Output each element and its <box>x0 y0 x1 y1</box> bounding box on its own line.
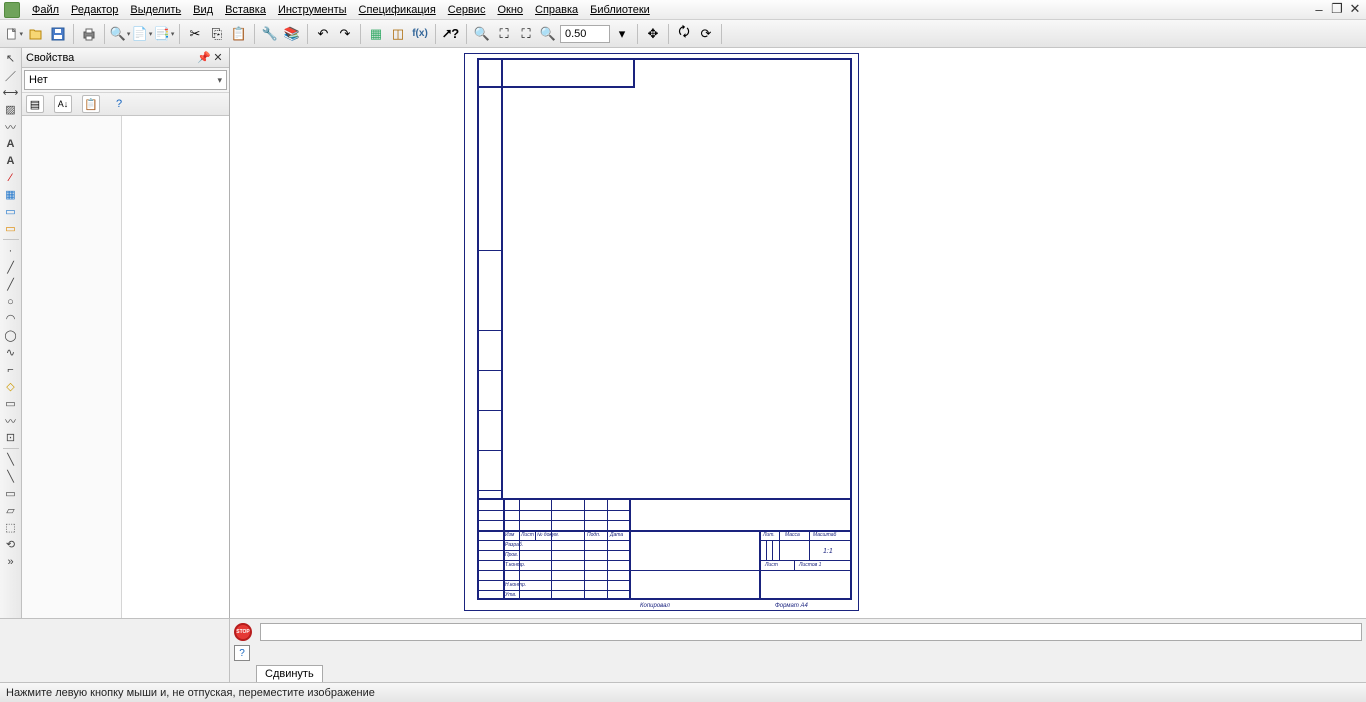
library-button[interactable]: 📚 <box>282 24 302 44</box>
tool-scale[interactable]: ⬚ <box>2 519 20 536</box>
tool-rect-blue[interactable]: ▭ <box>2 203 20 220</box>
tool-hatch[interactable]: ▨ <box>2 101 20 118</box>
properties-panel: Свойства 📌 ✕ Нет ▤ A↓ 📋 ? <box>22 48 230 618</box>
tool-rotate[interactable]: ⟲ <box>2 536 20 553</box>
preview-button[interactable]: 🔍 <box>110 24 130 44</box>
main-toolbar: 🔍 📄 📑 ✂ ⎘ 📋 🔧 📚 ↶ ↷ ▦ ◫ f(x) ⭧? 🔍 ⛶ ⛶ 🔍 … <box>0 20 1366 48</box>
menu-tools[interactable]: Инструменты <box>272 2 353 18</box>
bottom-left-spacer <box>0 619 230 682</box>
tool-bezier[interactable]: ∿ <box>2 344 20 361</box>
minimize-icon[interactable]: – <box>1312 2 1326 16</box>
prop-btn-help[interactable]: ? <box>110 95 128 113</box>
tool-cursor[interactable]: ↖ <box>2 50 20 67</box>
prop-btn-3[interactable]: 📋 <box>82 95 100 113</box>
zoom-window-button[interactable]: ⛶ <box>494 24 514 44</box>
grid-button[interactable]: ▦ <box>366 24 386 44</box>
drawing-frame: Изм Лист № докум. Подп. Дата Разраб. Про… <box>477 58 852 600</box>
menu-libs[interactable]: Библиотеки <box>584 2 656 18</box>
menu-help[interactable]: Справка <box>529 2 584 18</box>
tool-circle[interactable]: ○ <box>2 293 20 310</box>
prop-btn-2[interactable]: A↓ <box>54 95 72 113</box>
menu-view[interactable]: Вид <box>187 2 219 18</box>
tool-contour[interactable]: ◇ <box>2 378 20 395</box>
drawing-canvas[interactable]: Изм Лист № докум. Подп. Дата Разраб. Про… <box>230 48 1366 618</box>
menu-file[interactable]: Файл <box>26 2 65 18</box>
tool-trim[interactable]: ╲ <box>2 451 20 468</box>
tool-mirror[interactable]: ▱ <box>2 502 20 519</box>
open-button[interactable] <box>26 24 46 44</box>
zoom-all-button[interactable]: 🔍 <box>538 24 558 44</box>
close-icon[interactable]: ✕ <box>1348 2 1362 16</box>
tool-point[interactable]: · <box>2 242 20 259</box>
tool-rectangle[interactable]: ▭ <box>2 395 20 412</box>
properties-title: Свойства <box>26 52 197 64</box>
tool-more[interactable]: » <box>2 553 20 570</box>
menu-window[interactable]: Окно <box>491 2 529 18</box>
variables-button[interactable]: f(x) <box>410 24 430 44</box>
properties-button[interactable]: 🔧 <box>260 24 280 44</box>
tool-extend[interactable]: ╲ <box>2 468 20 485</box>
footer-copy: Копировал <box>640 603 670 609</box>
tool-fillet[interactable]: ⌐ <box>2 361 20 378</box>
footer-format: Формат А4 <box>775 603 808 609</box>
stop-button[interactable]: STOP <box>234 623 252 641</box>
rebuild-button[interactable]: ⟳ <box>696 24 716 44</box>
tool-text2[interactable]: А <box>2 152 20 169</box>
tool-spline[interactable]: 〰 <box>2 118 20 135</box>
menu-insert[interactable]: Вставка <box>219 2 272 18</box>
tool-arc[interactable]: ◠ <box>2 310 20 327</box>
prop-btn-1[interactable]: ▤ <box>26 95 44 113</box>
left-toolbar: ↖ ／ ⟷ ▨ 〰 А А ⁄ ▦ ▭ ▭ · ╱ ╱ ○ ◠ ◯ ∿ ⌐ ◇ … <box>0 48 22 618</box>
doc-props-button[interactable]: 📄 <box>132 24 152 44</box>
tool-style-red[interactable]: ⁄ <box>2 169 20 186</box>
undo-button[interactable]: ↶ <box>313 24 333 44</box>
paste-button[interactable]: 📋 <box>229 24 249 44</box>
tool-equidistant[interactable]: 〰 <box>2 412 20 429</box>
tool-assembly[interactable]: ⊡ <box>2 429 20 446</box>
cut-button[interactable]: ✂ <box>185 24 205 44</box>
tool-break[interactable]: ▭ <box>2 485 20 502</box>
status-text: Нажмите левую кнопку мыши и, не отпуская… <box>6 687 375 699</box>
refresh-button[interactable]: 🗘 <box>674 24 694 44</box>
save-button[interactable] <box>48 24 68 44</box>
menu-bar: Файл Редактор Выделить Вид Вставка Инстр… <box>0 0 1366 20</box>
menu-spec[interactable]: Спецификация <box>353 2 442 18</box>
menu-select[interactable]: Выделить <box>124 2 187 18</box>
tool-dimension[interactable]: ⟷ <box>2 84 20 101</box>
pin-icon[interactable]: 📌 <box>197 51 211 65</box>
pan-button[interactable]: ✥ <box>643 24 663 44</box>
tool-table[interactable]: ▦ <box>2 186 20 203</box>
command-help-button[interactable]: ? <box>234 645 250 661</box>
zoom-drop-button[interactable]: ▾ <box>612 24 632 44</box>
doc-layers-button[interactable]: 📑 <box>154 24 174 44</box>
redo-button[interactable]: ↷ <box>335 24 355 44</box>
app-icon <box>4 2 20 18</box>
command-input[interactable] <box>260 623 1362 641</box>
panel-close-icon[interactable]: ✕ <box>211 51 225 65</box>
tool-text[interactable]: А <box>2 135 20 152</box>
command-tab[interactable]: Сдвинуть <box>256 665 323 682</box>
title-block: Изм Лист № докум. Подп. Дата Разраб. Про… <box>479 498 850 598</box>
print-button[interactable] <box>79 24 99 44</box>
help-pointer-button[interactable]: ⭧? <box>441 24 461 44</box>
zoom-in-button[interactable]: 🔍 <box>472 24 492 44</box>
tool-auxline[interactable]: ╱ <box>2 276 20 293</box>
properties-body <box>22 116 229 618</box>
tool-ellipse[interactable]: ◯ <box>2 327 20 344</box>
drawing-sheet: Изм Лист № докум. Подп. Дата Разраб. Про… <box>464 53 859 611</box>
copy-button[interactable]: ⎘ <box>207 24 227 44</box>
status-bar: Нажмите левую кнопку мыши и, не отпуская… <box>0 682 1366 702</box>
properties-select[interactable]: Нет <box>24 70 227 90</box>
zoom-input[interactable]: 0.50 <box>560 25 610 43</box>
restore-icon[interactable]: ❐ <box>1330 2 1344 16</box>
layers-button[interactable]: ◫ <box>388 24 408 44</box>
tool-rect-orange[interactable]: ▭ <box>2 220 20 237</box>
menu-service[interactable]: Сервис <box>442 2 492 18</box>
new-button[interactable] <box>4 24 24 44</box>
tool-line[interactable]: ／ <box>2 67 20 84</box>
menu-editor[interactable]: Редактор <box>65 2 124 18</box>
tool-segment[interactable]: ╱ <box>2 259 20 276</box>
zoom-fit-button[interactable]: ⛶ <box>516 24 536 44</box>
